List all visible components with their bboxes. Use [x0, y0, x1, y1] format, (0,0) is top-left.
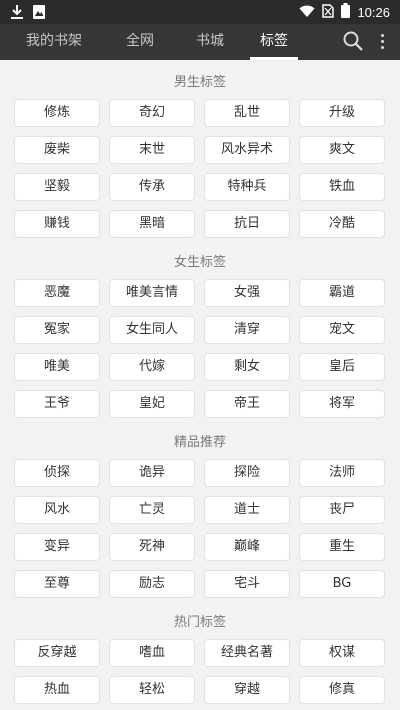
- tag-grid-featured: 侦探 诡异 探险 法师 风水 亡灵 道士 丧尸 变异 死神 巅峰 重生 至尊 励…: [14, 459, 386, 598]
- tag-button[interactable]: 权谋: [299, 639, 385, 667]
- tag-button[interactable]: 皇后: [299, 353, 385, 381]
- section-title-hot: 热门标签: [173, 615, 226, 630]
- tag-button[interactable]: 至尊: [14, 570, 100, 598]
- status-time: 10:26: [357, 4, 390, 20]
- image-notification-icon: [32, 4, 46, 24]
- section-title-female: 女生标签: [173, 255, 226, 270]
- search-icon[interactable]: [342, 30, 364, 52]
- tag-button[interactable]: 道士: [204, 496, 290, 524]
- no-sim-icon: [322, 3, 335, 22]
- tag-button[interactable]: 废柴: [14, 136, 100, 164]
- tag-button[interactable]: 恶魔: [14, 279, 100, 307]
- wifi-icon: [299, 3, 315, 22]
- download-icon: [10, 4, 24, 24]
- tab-tags[interactable]: 标签: [250, 24, 298, 60]
- more-vert-icon[interactable]: [374, 30, 390, 52]
- tag-button[interactable]: 王爷: [14, 390, 100, 418]
- tag-button[interactable]: 亡灵: [109, 496, 195, 524]
- tag-button[interactable]: 将军: [299, 390, 385, 418]
- tag-button[interactable]: BG: [299, 570, 385, 598]
- tag-button[interactable]: 帝王: [204, 390, 290, 418]
- top-nav: 我的书架 全网 书城 标签: [0, 24, 400, 60]
- tag-button[interactable]: 死神: [109, 533, 195, 561]
- tag-list: 男生标签 修炼 奇幻 乱世 升级 废柴 末世 风水异术 爽文 坚毅 传承 特种兵…: [0, 60, 400, 710]
- tab-all-web[interactable]: 全网: [112, 24, 168, 60]
- tag-button[interactable]: 赚钱: [14, 210, 100, 238]
- tag-button[interactable]: 升级: [299, 99, 385, 127]
- tag-grid-female: 恶魔 唯美言情 女强 霸道 冤家 女生同人 清穿 宠文 唯美 代嫁 剩女 皇后 …: [14, 279, 386, 418]
- tag-button[interactable]: 铁血: [299, 173, 385, 201]
- tag-button[interactable]: 热血: [14, 676, 100, 704]
- tag-button[interactable]: 特种兵: [204, 173, 290, 201]
- battery-icon: [341, 3, 351, 22]
- tag-button[interactable]: 皇妃: [109, 390, 195, 418]
- tag-button[interactable]: 宅斗: [204, 570, 290, 598]
- tab-bookshelf[interactable]: 我的书架: [12, 24, 96, 60]
- tag-button[interactable]: 剩女: [204, 353, 290, 381]
- tag-button[interactable]: 风水异术: [204, 136, 290, 164]
- tab-bookstore[interactable]: 书城: [182, 24, 238, 60]
- tag-button[interactable]: 清穿: [204, 316, 290, 344]
- tag-button[interactable]: 爽文: [299, 136, 385, 164]
- tag-button[interactable]: 风水: [14, 496, 100, 524]
- tag-button[interactable]: 经典名著: [204, 639, 290, 667]
- tag-button[interactable]: 修真: [299, 676, 385, 704]
- tag-button[interactable]: 丧尸: [299, 496, 385, 524]
- tag-button[interactable]: 抗日: [204, 210, 290, 238]
- tag-button[interactable]: 励志: [109, 570, 195, 598]
- tag-button[interactable]: 乱世: [204, 99, 290, 127]
- tag-grid-hot: 反穿越 嗜血 经典名著 权谋 热血 轻松 穿越 修真: [14, 639, 386, 704]
- tag-button[interactable]: 重生: [299, 533, 385, 561]
- tag-button[interactable]: 轻松: [109, 676, 195, 704]
- tag-button[interactable]: 诡异: [109, 459, 195, 487]
- tag-button[interactable]: 反穿越: [14, 639, 100, 667]
- tag-button[interactable]: 冤家: [14, 316, 100, 344]
- tag-button[interactable]: 巅峰: [204, 533, 290, 561]
- tag-button[interactable]: 变异: [14, 533, 100, 561]
- tag-button[interactable]: 唯美: [14, 353, 100, 381]
- tag-button[interactable]: 黑暗: [109, 210, 195, 238]
- tag-button[interactable]: 末世: [109, 136, 195, 164]
- status-bar: 10:26: [0, 0, 400, 24]
- tag-button[interactable]: 宠文: [299, 316, 385, 344]
- tag-button[interactable]: 霸道: [299, 279, 385, 307]
- tag-button[interactable]: 女强: [204, 279, 290, 307]
- tag-button[interactable]: 嗜血: [109, 639, 195, 667]
- section-title-featured: 精品推荐: [173, 435, 226, 450]
- tag-button[interactable]: 唯美言情: [109, 279, 195, 307]
- tag-button[interactable]: 法师: [299, 459, 385, 487]
- tag-grid-male: 修炼 奇幻 乱世 升级 废柴 末世 风水异术 爽文 坚毅 传承 特种兵 铁血 赚…: [14, 99, 386, 238]
- tag-button[interactable]: 侦探: [14, 459, 100, 487]
- tag-button[interactable]: 奇幻: [109, 99, 195, 127]
- tag-button[interactable]: 探险: [204, 459, 290, 487]
- tag-button[interactable]: 代嫁: [109, 353, 195, 381]
- tag-button[interactable]: 穿越: [204, 676, 290, 704]
- section-title-male: 男生标签: [173, 75, 226, 90]
- tag-button[interactable]: 女生同人: [109, 316, 195, 344]
- tag-button[interactable]: 坚毅: [14, 173, 100, 201]
- tag-button[interactable]: 修炼: [14, 99, 100, 127]
- tag-button[interactable]: 冷酷: [299, 210, 385, 238]
- tag-button[interactable]: 传承: [109, 173, 195, 201]
